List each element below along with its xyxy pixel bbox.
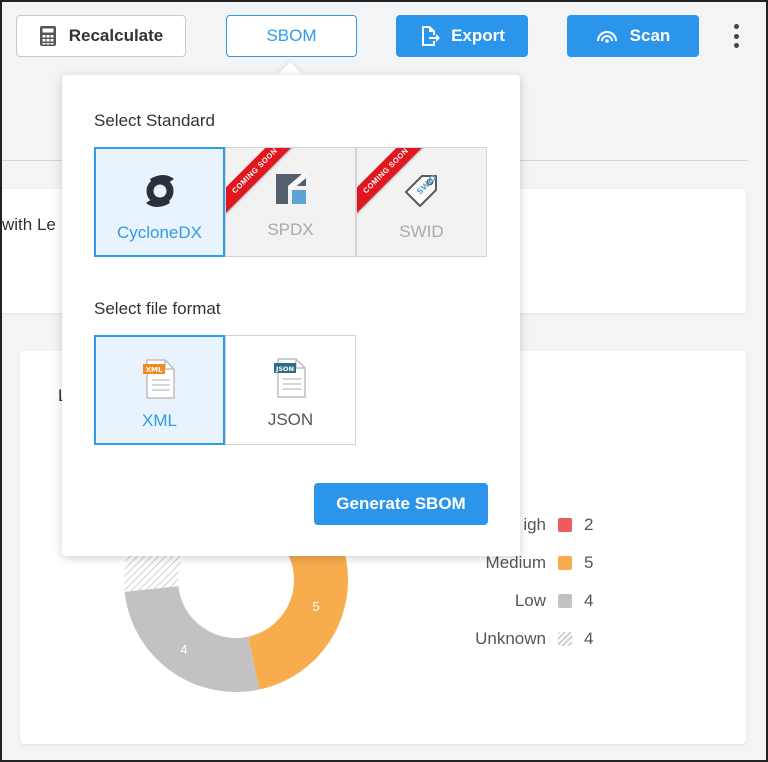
donut-slice-low[interactable] <box>124 586 260 693</box>
cyclonedx-logo-icon <box>145 175 174 207</box>
standard-option-label: SWID <box>399 222 444 241</box>
generate-sbom-button[interactable]: Generate SBOM <box>314 483 488 525</box>
xml-icon-tag: XML <box>145 366 162 374</box>
standard-option-cyclonedx[interactable]: CycloneDX <box>94 147 225 257</box>
select-standard-label: Select Standard <box>94 111 215 130</box>
format-option-xml[interactable]: XML XML <box>94 335 225 445</box>
format-option-label: JSON <box>267 410 314 429</box>
slice-label-low: 4 <box>180 642 187 657</box>
format-option-json[interactable]: JSON JSON <box>225 335 356 445</box>
standard-option-spdx: COMING SOON SPDX <box>225 147 356 257</box>
standard-option-label: CycloneDX <box>116 223 203 242</box>
json-file-icon: JSON <box>273 358 306 398</box>
standard-option-label: SPDX <box>267 220 314 239</box>
format-option-label: XML <box>142 411 177 430</box>
slice-label-medium: 5 <box>312 599 319 614</box>
json-icon-tag: JSON <box>274 365 293 373</box>
spdx-logo-icon <box>275 174 306 204</box>
sbom-popover: Select Standard CycloneDX COMING SOON SP… <box>62 75 520 556</box>
xml-file-icon: XML <box>142 359 175 399</box>
swid-tag-icon: SWID <box>404 173 438 207</box>
select-file-format-label: Select file format <box>94 299 221 318</box>
standard-option-swid: COMING SOON SWID SWID <box>356 147 487 257</box>
